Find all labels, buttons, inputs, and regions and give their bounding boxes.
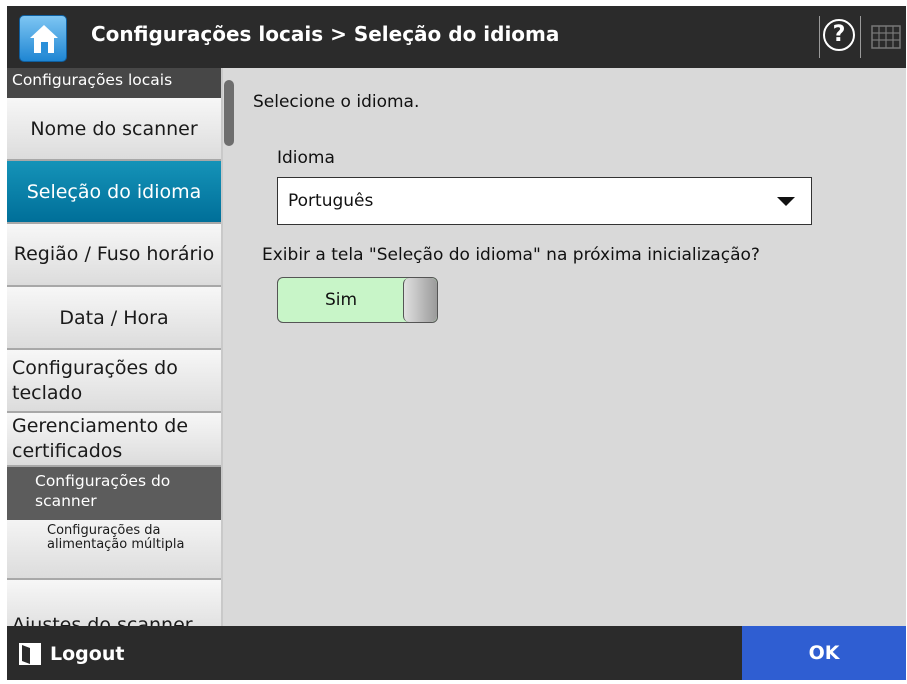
home-icon (30, 25, 58, 53)
show-screen-question: Exibir a tela "Seleção do idioma" na pró… (262, 245, 760, 265)
sidebar-item-region-timezone[interactable]: Região / Fuso horário (7, 224, 221, 287)
help-icon: ? (823, 19, 855, 51)
logout-button[interactable]: Logout (18, 640, 124, 668)
language-label: Idioma (277, 148, 335, 168)
sidebar-subsection-header: Configurações do scanner (7, 467, 221, 520)
app-window: Configurações locais > Seleção do idioma… (7, 6, 906, 680)
sidebar-item-scanner-name[interactable]: Nome do scanner (7, 98, 221, 161)
help-button[interactable]: ? (819, 16, 859, 58)
sidebar-item-date-time[interactable]: Data / Hora (7, 287, 221, 350)
sidebar-list: Configurações locais Nome do scanner Sel… (7, 68, 221, 626)
toggle-label: Sim (324, 290, 358, 310)
sidebar: Configurações locais Nome do scanner Sel… (7, 68, 235, 626)
instruction-text: Selecione o idioma. (253, 92, 420, 112)
bottom-bar: Logout OK (7, 626, 906, 680)
logout-icon (19, 643, 41, 665)
keyboard-icon (871, 25, 901, 49)
logout-label: Logout (50, 643, 125, 665)
toggle-knob[interactable] (403, 278, 437, 322)
dropdown-arrow-icon (777, 197, 795, 206)
keyboard-button[interactable] (860, 16, 906, 58)
language-selected-value: Português (288, 191, 374, 211)
home-button[interactable] (19, 15, 67, 62)
sidebar-item-certificates[interactable]: Gerenciamento de certificados (7, 413, 221, 467)
show-screen-toggle[interactable]: Sim (277, 277, 438, 323)
sidebar-section-header: Configurações locais (7, 68, 221, 98)
sidebar-scrollbar[interactable] (223, 68, 235, 626)
main-panel: Selecione o idioma. Idioma Português Exi… (235, 68, 906, 626)
sidebar-item-language[interactable]: Seleção do idioma (7, 161, 221, 224)
page-title: Configurações locais > Seleção do idioma (91, 22, 560, 46)
sidebar-item-scanner-adjustments[interactable]: Ajustes do scanner (7, 580, 221, 626)
top-bar: Configurações locais > Seleção do idioma… (7, 6, 906, 68)
sidebar-item-keyboard-settings[interactable]: Configurações do teclado (7, 350, 221, 413)
ok-button[interactable]: OK (742, 626, 906, 680)
sidebar-item-multifeed[interactable]: Configurações da alimentação múltipla (7, 520, 221, 580)
scrollbar-thumb[interactable] (224, 80, 234, 146)
language-select[interactable]: Português (277, 177, 812, 225)
